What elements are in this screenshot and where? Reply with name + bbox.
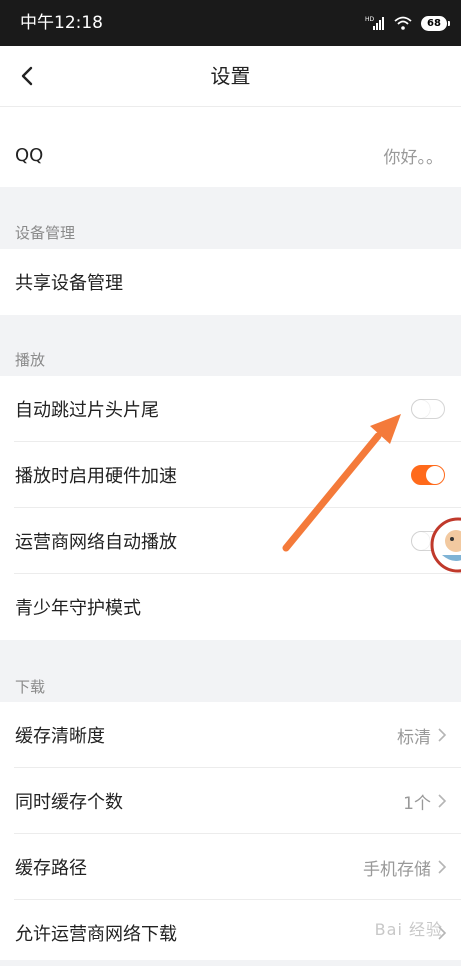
concurrent-cache-value: 1个 [403,793,431,814]
concurrent-cache-label: 同时缓存个数 [15,792,123,813]
shared-device-row[interactable]: 共享设备管理 [0,249,461,315]
account-value: 你好。。 [383,147,444,168]
teen-mode-row[interactable]: 青少年守护模式 [0,574,461,640]
page-title: 设置 [210,64,251,88]
hardware-accel-label: 播放时启用硬件加速 [15,466,177,487]
carrier-autoplay-row: 运营商网络自动播放 [0,508,461,574]
status-time: 中午12:18 [20,13,103,33]
carrier-autoplay-label: 运营商网络自动播放 [15,532,177,553]
status-icons: HD 68 [365,13,450,33]
toggle-knob [412,400,430,418]
skip-intro-toggle[interactable] [411,399,445,419]
skip-intro-label: 自动跳过片头片尾 [15,400,159,421]
shared-device-label: 共享设备管理 [15,273,123,294]
teen-mode-label: 青少年守护模式 [15,598,141,619]
account-label: QQ [15,144,44,166]
chevron-right-icon [438,728,447,742]
watermark: Bai 经验 [374,920,443,939]
cache-path-value: 手机存储 [363,859,431,880]
carrier-download-label: 允许运营商网络下载 [15,924,177,945]
battery-icon: 68 [421,15,450,31]
signal-icon: HD [365,16,384,30]
section-header-play: 播放 [15,351,46,369]
chevron-right-icon [438,794,447,808]
hardware-accel-toggle[interactable] [411,465,445,485]
toggle-knob [426,466,444,484]
cache-quality-value: 标清 [397,727,431,748]
section-header-download: 下载 [15,678,46,696]
section-header-device: 设备管理 [15,224,76,242]
network-label: HD [365,16,375,23]
account-row[interactable]: QQ 你好。。 [0,122,461,188]
chevron-right-icon [438,860,447,874]
cache-quality-row[interactable]: 缓存清晰度 标清 [0,702,461,768]
nav-bar: 设置 [0,46,461,106]
cache-path-row[interactable]: 缓存路径 手机存储 [0,834,461,900]
cache-path-label: 缓存路径 [15,858,87,879]
cache-quality-label: 缓存清晰度 [15,726,105,747]
concurrent-cache-row[interactable]: 同时缓存个数 1个 [0,768,461,834]
status-bar: 中午12:18 HD 68 [0,0,461,46]
wifi-icon [394,16,412,30]
mascot-icon [430,517,461,573]
skip-intro-row: 自动跳过片头片尾 [0,376,461,442]
toggle-knob [412,532,430,550]
hardware-accel-row: 播放时启用硬件加速 [0,442,461,508]
